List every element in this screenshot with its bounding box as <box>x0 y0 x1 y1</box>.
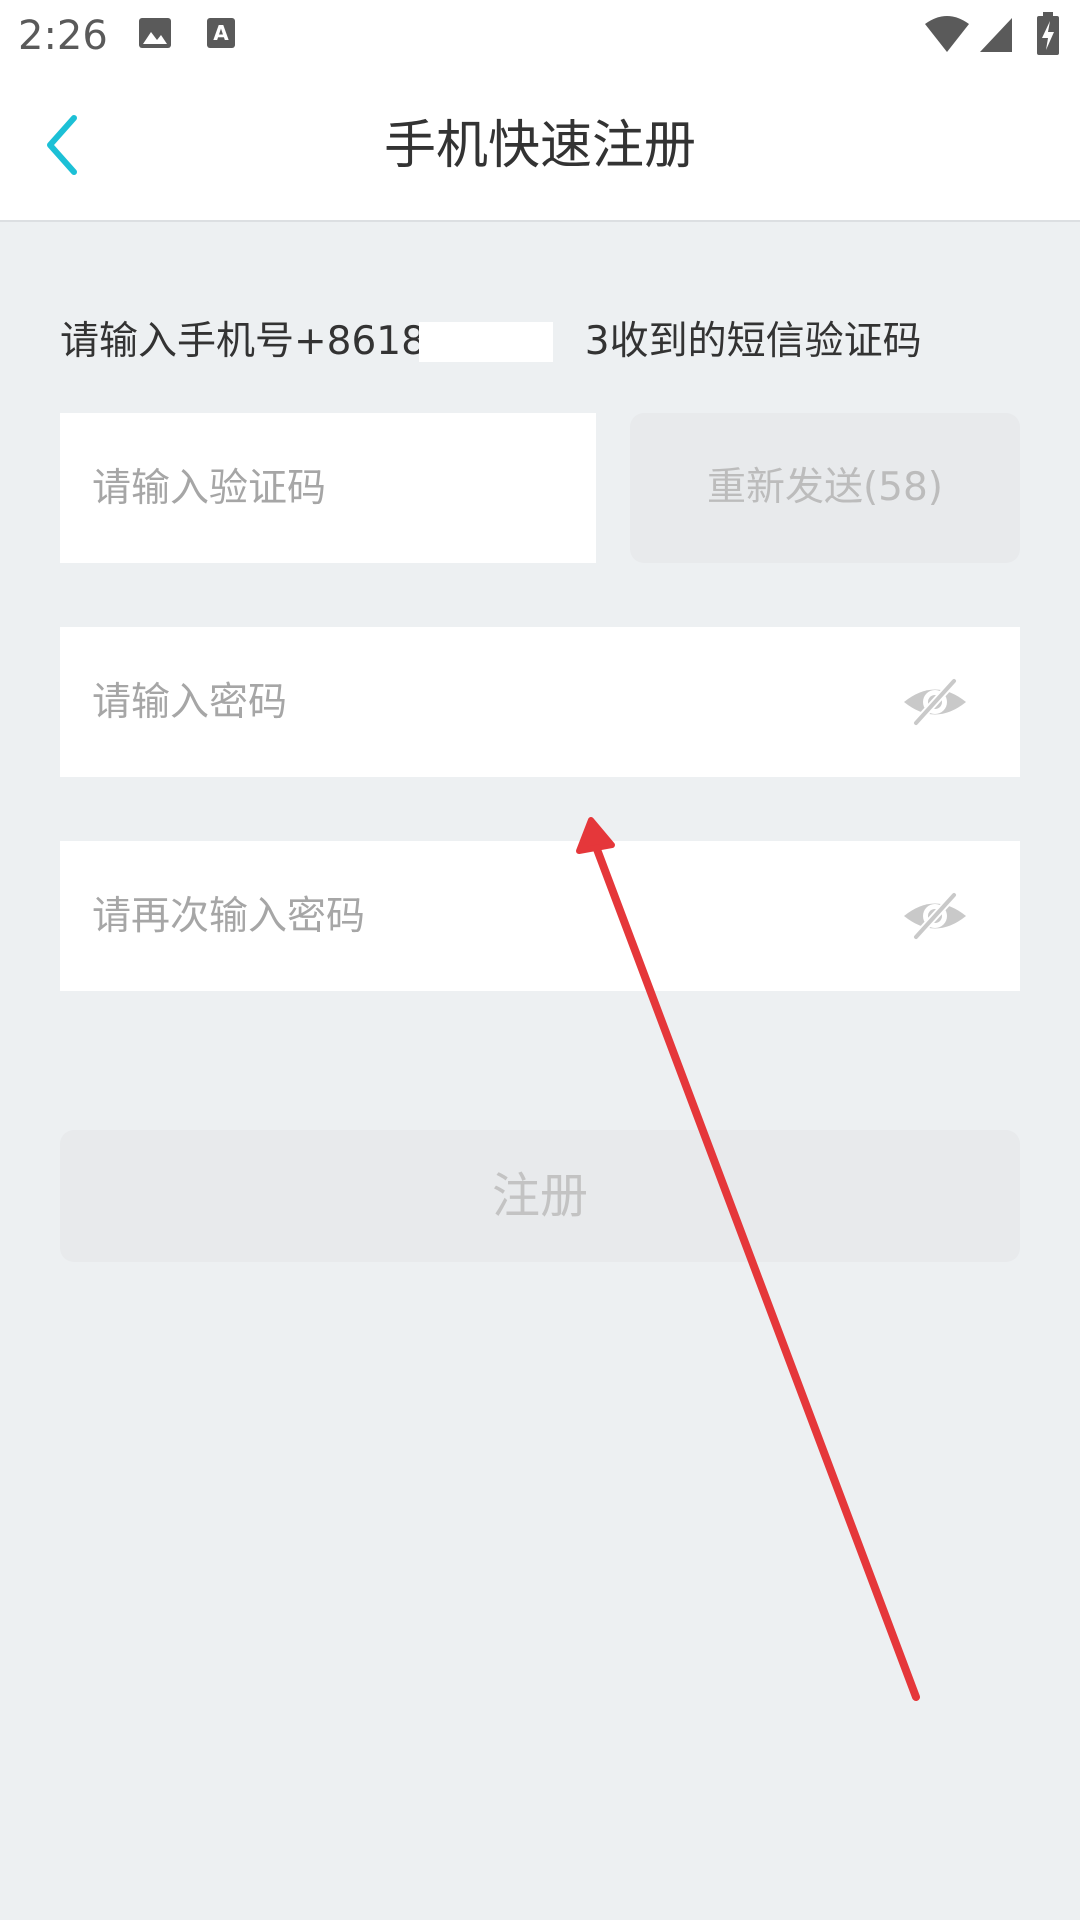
eye-off-icon <box>904 891 966 941</box>
confirm-password-input[interactable] <box>92 841 872 991</box>
phone-redaction-mask <box>419 322 553 362</box>
verification-code-field <box>60 413 596 563</box>
image-icon <box>138 16 172 56</box>
signal-icon <box>978 16 1014 58</box>
wifi-icon <box>924 14 970 58</box>
status-bar: 2:26 A <box>0 0 1080 72</box>
password-visibility-toggle[interactable] <box>902 669 968 735</box>
sms-hint-prefix: 请输入手机号+86185 <box>60 319 451 364</box>
password-field <box>60 627 1020 777</box>
confirm-password-visibility-toggle[interactable] <box>902 883 968 949</box>
eye-off-icon <box>904 677 966 727</box>
verification-code-input[interactable] <box>92 413 572 563</box>
register-button[interactable]: 注册 <box>60 1130 1020 1262</box>
battery-charging-icon <box>1036 12 1060 60</box>
status-time: 2:26 <box>18 13 108 59</box>
text-a-icon: A <box>206 16 236 56</box>
app-bar: 手机快速注册 <box>0 72 1080 222</box>
sms-hint-suffix: 3收到的短信验证码 <box>584 319 922 364</box>
password-input[interactable] <box>92 627 872 777</box>
resend-code-button[interactable]: 重新发送(58) <box>630 413 1020 563</box>
svg-text:A: A <box>213 21 229 45</box>
confirm-password-field <box>60 841 1020 991</box>
page-title: 手机快速注册 <box>383 116 696 176</box>
